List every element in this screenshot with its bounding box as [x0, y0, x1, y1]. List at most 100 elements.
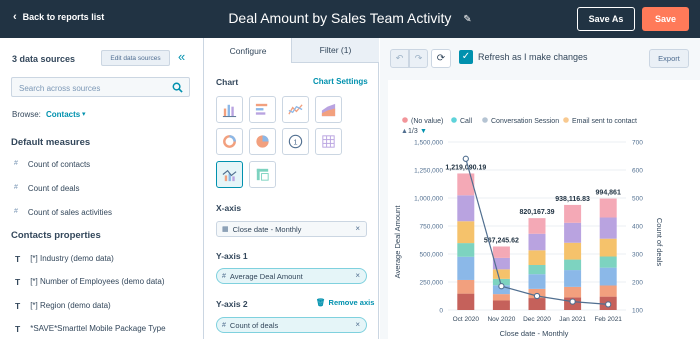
legend-next-icon[interactable]: ▼	[420, 128, 427, 135]
property-item[interactable]: T *SAVE*Smarttel Mobile Package Type	[15, 324, 166, 334]
legend-item[interactable]: Email sent to contact	[563, 117, 637, 125]
summary-chart-button[interactable]: 1	[282, 128, 309, 155]
bar-total-label: 1,219,090.19	[445, 164, 486, 171]
bar-segment[interactable]	[457, 173, 475, 196]
bar-segment[interactable]	[599, 256, 617, 268]
bar-segment[interactable]	[528, 298, 546, 310]
bar-segment[interactable]	[599, 267, 617, 286]
bar-segment[interactable]	[457, 243, 475, 257]
legend-swatch	[402, 117, 408, 123]
bar-segment[interactable]	[528, 274, 546, 289]
y2-tick-label: 100	[632, 308, 643, 315]
text-type-icon: T	[15, 324, 21, 334]
bar-segment[interactable]	[492, 294, 510, 301]
pencil-icon[interactable]: ✎	[463, 14, 471, 25]
bar-segment[interactable]	[564, 259, 582, 271]
y-axis-label: Average Deal Amount	[393, 205, 402, 279]
report-title-text[interactable]: Deal Amount by Sales Team Activity	[228, 10, 451, 26]
vertical-bar-chart-button[interactable]	[216, 96, 243, 123]
data-sources-panel: 3 data sources Edit data sources « Brows…	[0, 38, 204, 339]
y-axis-1-field[interactable]: # Average Deal Amount ×	[216, 268, 367, 284]
property-item[interactable]: T [*] Number of Employees (demo data)	[15, 277, 164, 287]
x-axis-value: Close date - Monthly	[232, 224, 302, 234]
browse-dropdown[interactable]: Contacts	[46, 110, 80, 119]
search-input[interactable]	[12, 79, 162, 98]
legend-item[interactable]: (No value)	[402, 117, 443, 125]
bar-segment[interactable]	[457, 221, 475, 244]
line-point[interactable]	[498, 283, 505, 290]
number-icon: #	[14, 160, 18, 167]
y-axis-1-heading: Y-axis 1	[216, 251, 248, 261]
bar-segment[interactable]	[492, 300, 510, 310]
bar-segment[interactable]	[457, 293, 475, 310]
property-item[interactable]: T [*] Region (demo data)	[15, 301, 111, 311]
redo-icon: ↷	[414, 53, 423, 63]
refresh-button[interactable]: ⟳	[431, 49, 451, 68]
pie-chart-button[interactable]	[249, 128, 276, 155]
text-type-icon: T	[15, 301, 21, 311]
bar-segment[interactable]	[528, 264, 546, 275]
bar-segment[interactable]	[492, 269, 510, 279]
line-chart-button[interactable]	[282, 96, 309, 123]
legend-item[interactable]: Conversation Session	[482, 117, 559, 125]
combo-chart-button[interactable]	[216, 161, 243, 188]
default-measures-heading: Default measures	[11, 137, 91, 148]
line-point[interactable]	[605, 301, 612, 308]
close-icon[interactable]: ×	[355, 224, 360, 233]
line-point[interactable]	[533, 292, 541, 300]
refresh-checkbox[interactable]: ✓	[459, 50, 473, 64]
close-icon[interactable]: ×	[355, 271, 360, 280]
bar-segment[interactable]	[564, 270, 582, 287]
line-point[interactable]	[462, 155, 469, 162]
donut-chart-button[interactable]	[216, 128, 243, 155]
edit-data-sources-button[interactable]: Edit data sources	[101, 50, 170, 66]
undo-button[interactable]: ↶	[390, 49, 409, 68]
legend-item[interactable]: Call	[451, 117, 473, 125]
property-item[interactable]: T [*] Industry (demo data)	[15, 254, 114, 264]
measure-item[interactable]: # Count of contacts	[14, 160, 90, 169]
checkmark-icon: ✓	[461, 51, 471, 62]
x-tick-label: Oct 2020	[453, 316, 480, 323]
pivot-chart-button[interactable]	[249, 161, 276, 188]
redo-button[interactable]: ↷	[409, 49, 428, 68]
bar-segment[interactable]	[599, 217, 617, 239]
save-button[interactable]: Save	[642, 7, 689, 31]
contacts-properties-heading: Contacts properties	[11, 230, 101, 241]
export-button[interactable]: Export	[649, 49, 689, 68]
bar-segment[interactable]	[564, 204, 582, 223]
bar-segment[interactable]	[528, 250, 546, 265]
bar-segment[interactable]	[528, 218, 546, 234]
bar-segment[interactable]	[599, 285, 617, 297]
y-tick-label: 250,000	[420, 280, 444, 287]
remove-axis-link[interactable]: 🗑 Remove axis	[316, 298, 374, 307]
x-axis-field[interactable]: ▦ Close date - Monthly ×	[216, 221, 367, 237]
caret-down-icon[interactable]: ▾	[82, 110, 86, 118]
number-icon: #	[14, 208, 18, 215]
measure-item[interactable]: # Count of sales activities	[14, 208, 112, 217]
measure-item[interactable]: # Count of deals	[14, 184, 80, 193]
table-chart-button[interactable]	[315, 128, 342, 155]
line-point[interactable]	[569, 298, 576, 305]
horizontal-bar-chart-button[interactable]	[249, 96, 276, 123]
y-axis-2-field[interactable]: # Count of deals ×	[216, 317, 367, 333]
bar-segment[interactable]	[564, 222, 582, 243]
search-icon[interactable]	[172, 82, 183, 93]
legend-prev-icon[interactable]: ▲	[401, 128, 408, 135]
tab-filter[interactable]: Filter (1)	[291, 38, 379, 63]
bar-segment[interactable]	[457, 279, 475, 294]
summary-icon: 1	[288, 134, 303, 149]
bar-segment[interactable]	[599, 198, 617, 218]
close-icon[interactable]: ×	[355, 320, 360, 329]
tab-configure[interactable]: Configure	[205, 38, 291, 63]
collapse-panel-icon[interactable]: «	[178, 49, 185, 64]
bar-segment[interactable]	[564, 242, 582, 260]
bar-segment[interactable]	[457, 195, 475, 222]
save-as-button[interactable]: Save As	[577, 7, 635, 31]
bar-segment[interactable]	[599, 238, 617, 257]
bar-segment[interactable]	[492, 246, 510, 258]
bar-segment[interactable]	[528, 233, 546, 251]
bar-segment[interactable]	[457, 256, 475, 280]
bar-segment[interactable]	[564, 286, 582, 298]
area-chart-button[interactable]	[315, 96, 342, 123]
chart-settings-link[interactable]: Chart Settings	[313, 77, 368, 86]
